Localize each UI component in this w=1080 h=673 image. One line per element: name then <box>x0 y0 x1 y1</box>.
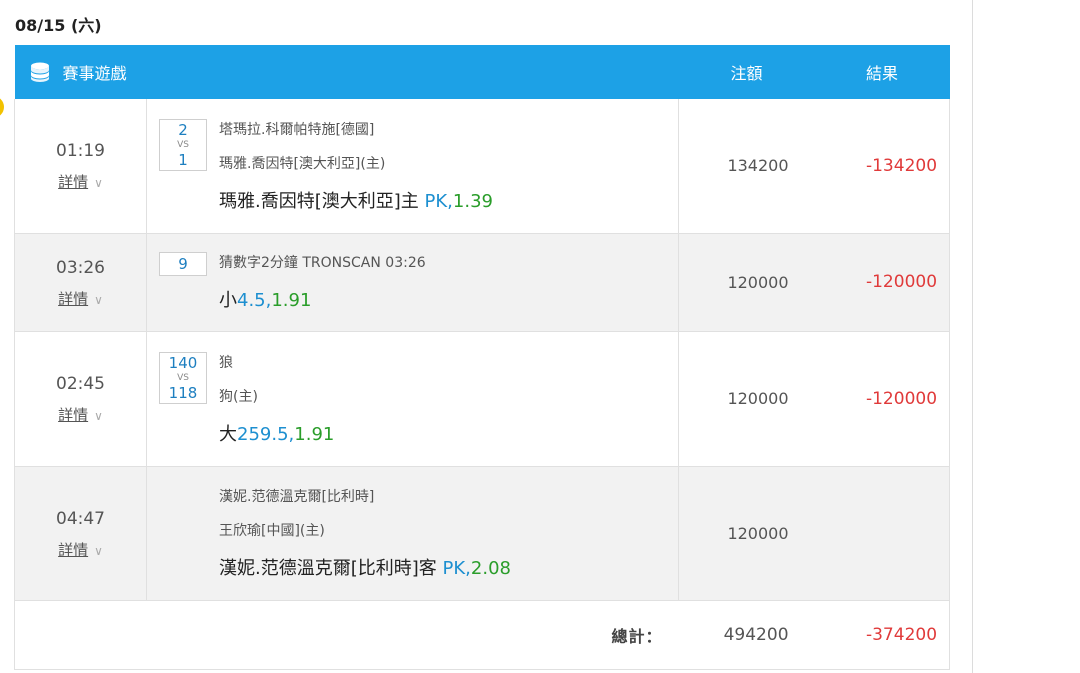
bet-time: 03:26 <box>56 257 105 278</box>
score-away: 1 <box>178 150 188 169</box>
result-cell: -134200 <box>814 99 951 234</box>
match-cell: 9 猜數字2分鐘 TRONSCAN 03:26 小4.5,1.91 <box>146 233 680 332</box>
pick-line: 4.5, <box>237 290 272 311</box>
time-cell: 01:19 詳情 ∨ <box>14 99 147 234</box>
result-cell: -120000 <box>814 233 951 332</box>
chevron-down-icon: ∨ <box>94 543 103 558</box>
result-cell <box>814 466 951 601</box>
team-2: 王欣瑜[中國](主) <box>219 523 325 539</box>
chevron-down-icon: ∨ <box>94 409 103 423</box>
pick-selection: 小 <box>219 290 237 311</box>
right-divider <box>972 0 973 673</box>
pick-line: PK, <box>424 190 453 212</box>
team-1: 狼 <box>219 354 233 371</box>
pick-text: 小4.5,1.91 <box>147 286 678 312</box>
pick-selection: 漢妮.范德溫克爾[比利時]客 <box>219 558 443 579</box>
pick-odds: 1.91 <box>294 423 335 445</box>
table-row: 03:26 詳情 ∨ 9 猜數字2分鐘 TRONSCAN 03:26 小4.5,1… <box>14 233 951 332</box>
header-amount: 注額 <box>730 64 763 83</box>
chevron-down-icon: ∨ <box>94 292 103 307</box>
match-cell: 漢妮.范德溫克爾[比利時] 王欣瑜[中國](主) 漢妮.范德溫克爾[比利時]客 … <box>146 466 680 601</box>
bet-time: 01:19 <box>56 141 105 162</box>
team-1: 猜數字2分鐘 TRONSCAN 03:26 <box>219 255 426 271</box>
time-cell: 02:45 詳情 ∨ <box>14 331 147 467</box>
score-home: 2 <box>178 120 188 139</box>
total-label: 總計： <box>13 600 679 670</box>
date-label: 08/15 (六) <box>15 16 102 35</box>
amount-cell: 120000 <box>678 466 815 601</box>
score-box: 2 VS 1 <box>159 118 207 171</box>
table-row: 01:19 詳情 ∨ 2 VS 1 塔瑪拉.科爾帕特施[德國] 瑪雅.喬因特[澳… <box>14 99 951 234</box>
pick-selection: 瑪雅.喬因特[澳大利亞]主 <box>219 190 425 212</box>
page: 08/15 (六) 賽事遊戲 注額 結果 01:19 詳情 ∨ 2 VS 1 塔… <box>0 0 1080 673</box>
bet-time: 04:47 <box>56 508 105 529</box>
pick-line: PK, <box>442 558 471 579</box>
bet-time: 02:45 <box>56 374 105 394</box>
pick-odds: 1.39 <box>452 190 493 212</box>
team-2: 狗(主) <box>219 388 258 405</box>
amount-cell: 120000 <box>678 233 815 332</box>
total-amount: 494200 <box>678 600 815 670</box>
side-badge[interactable] <box>0 96 4 118</box>
vs-label: VS <box>177 372 189 383</box>
header-game: 賽事遊戲 <box>15 45 679 99</box>
detail-link[interactable]: 詳情 ∨ <box>15 539 146 560</box>
total-result: -374200 <box>814 600 951 670</box>
database-icon <box>30 62 49 82</box>
pick-odds: 1.91 <box>271 290 312 311</box>
time-cell: 04:47 詳情 ∨ <box>14 466 147 601</box>
detail-link-label: 詳情 <box>58 289 89 308</box>
score-box: 9 <box>159 252 207 276</box>
total-row: 總計： 494200 -374200 <box>13 600 951 670</box>
pick-text: 瑪雅.喬因特[澳大利亞]主 PK,1.39 <box>147 187 678 213</box>
match-cell: 2 VS 1 塔瑪拉.科爾帕特施[德國] 瑪雅.喬因特[澳大利亞](主) 瑪雅.… <box>146 99 680 234</box>
pick-text: 漢妮.范德溫克爾[比利時]客 PK,2.08 <box>147 554 678 580</box>
detail-link[interactable]: 詳情 ∨ <box>15 404 146 425</box>
score-away: 118 <box>168 383 198 402</box>
team-2: 瑪雅.喬因特[澳大利亞](主) <box>219 155 386 172</box>
detail-link-label: 詳情 <box>58 173 89 192</box>
pick-odds: 2.08 <box>470 558 511 579</box>
team-1: 塔瑪拉.科爾帕特施[德國] <box>219 121 375 138</box>
detail-link-label: 詳情 <box>58 540 89 559</box>
score-home: 140 <box>168 353 198 372</box>
team-1: 漢妮.范德溫克爾[比利時] <box>219 489 375 505</box>
detail-link-label: 詳情 <box>58 406 89 424</box>
pick-selection: 大 <box>219 423 237 445</box>
header-game-label: 賽事遊戲 <box>62 64 127 83</box>
table-header: 賽事遊戲 注額 結果 <box>14 45 950 99</box>
pick-line: 259.5, <box>237 423 295 445</box>
match-cell: 140 VS 118 狼 狗(主) 大259.5,1.91 <box>146 331 680 467</box>
result-cell: -120000 <box>814 331 951 467</box>
pick-text: 大259.5,1.91 <box>147 420 678 446</box>
header-result: 結果 <box>866 64 899 83</box>
table-row: 04:47 詳情 ∨ 漢妮.范德溫克爾[比利時] 王欣瑜[中國](主) 漢妮.范德… <box>14 466 951 601</box>
bet-table: 賽事遊戲 注額 結果 01:19 詳情 ∨ 2 VS 1 塔瑪拉.科爾帕特施[德… <box>13 45 951 670</box>
vs-label: VS <box>177 139 189 150</box>
score-box: 140 VS 118 <box>159 351 207 404</box>
time-cell: 03:26 詳情 ∨ <box>14 233 147 332</box>
amount-cell: 120000 <box>678 331 815 467</box>
detail-link[interactable]: 詳情 ∨ <box>15 288 146 309</box>
detail-link[interactable]: 詳情 ∨ <box>15 171 146 192</box>
chevron-down-icon: ∨ <box>94 176 103 191</box>
table-row: 02:45 詳情 ∨ 140 VS 118 狼 狗(主) 大259.5,1.91… <box>14 331 951 467</box>
amount-cell: 134200 <box>678 99 815 234</box>
